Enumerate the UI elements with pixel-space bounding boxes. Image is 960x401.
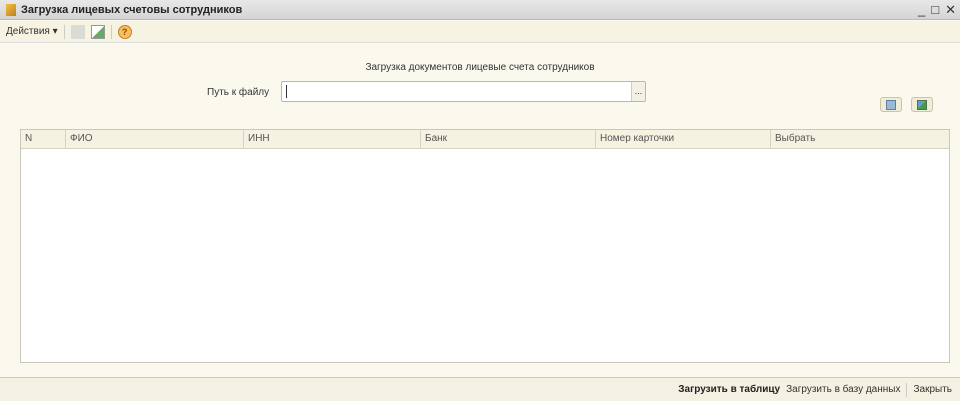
column-header-card-number[interactable]: Номер карточки	[596, 130, 771, 148]
checkmark-icon	[917, 99, 927, 110]
form-heading: Загрузка документов лицевые счета сотруд…	[365, 62, 595, 73]
column-header-n[interactable]: N	[21, 130, 66, 148]
text-cursor	[286, 85, 287, 98]
load-to-database-button[interactable]: Загрузить в базу данных	[786, 384, 900, 395]
search-document-icon[interactable]	[90, 24, 105, 39]
toolbar: Действия ▾ ?	[0, 21, 960, 43]
actions-menu[interactable]: Действия ▾	[6, 26, 58, 37]
help-icon[interactable]: ?	[117, 24, 132, 39]
table-header: N ФИО ИНН Банк Номер карточки Выбрать	[21, 130, 949, 149]
title-bar: Загрузка лицевых счетовы сотрудников _ □…	[0, 0, 960, 20]
column-header-fio[interactable]: ФИО	[66, 130, 244, 148]
select-all-button[interactable]	[880, 97, 902, 112]
form-icon	[6, 3, 16, 16]
maximize-button[interactable]: □	[931, 2, 939, 18]
close-button[interactable]: ✕	[945, 2, 956, 18]
minimize-button[interactable]: _	[918, 2, 925, 18]
window-title: Загрузка лицевых счетовы сотрудников	[21, 3, 243, 16]
close-form-button[interactable]: Закрыть	[913, 384, 952, 395]
column-header-select[interactable]: Выбрать	[771, 130, 949, 148]
load-to-table-button[interactable]: Загрузить в таблицу	[678, 384, 780, 395]
copy-icon	[886, 99, 896, 110]
separator	[906, 382, 908, 397]
copy-icon[interactable]	[70, 24, 85, 39]
separator	[63, 24, 65, 39]
employees-table[interactable]: N ФИО ИНН Банк Номер карточки Выбрать	[20, 129, 950, 363]
file-path-input[interactable]: ...	[281, 81, 646, 102]
footer-bar: Загрузить в таблицу Загрузить в базу дан…	[0, 377, 960, 401]
check-all-button[interactable]	[911, 97, 933, 112]
browse-button[interactable]: ...	[631, 82, 645, 101]
column-header-inn[interactable]: ИНН	[244, 130, 421, 148]
file-path-label: Путь к файлу	[207, 87, 270, 98]
separator	[110, 24, 112, 39]
column-header-bank[interactable]: Банк	[421, 130, 596, 148]
